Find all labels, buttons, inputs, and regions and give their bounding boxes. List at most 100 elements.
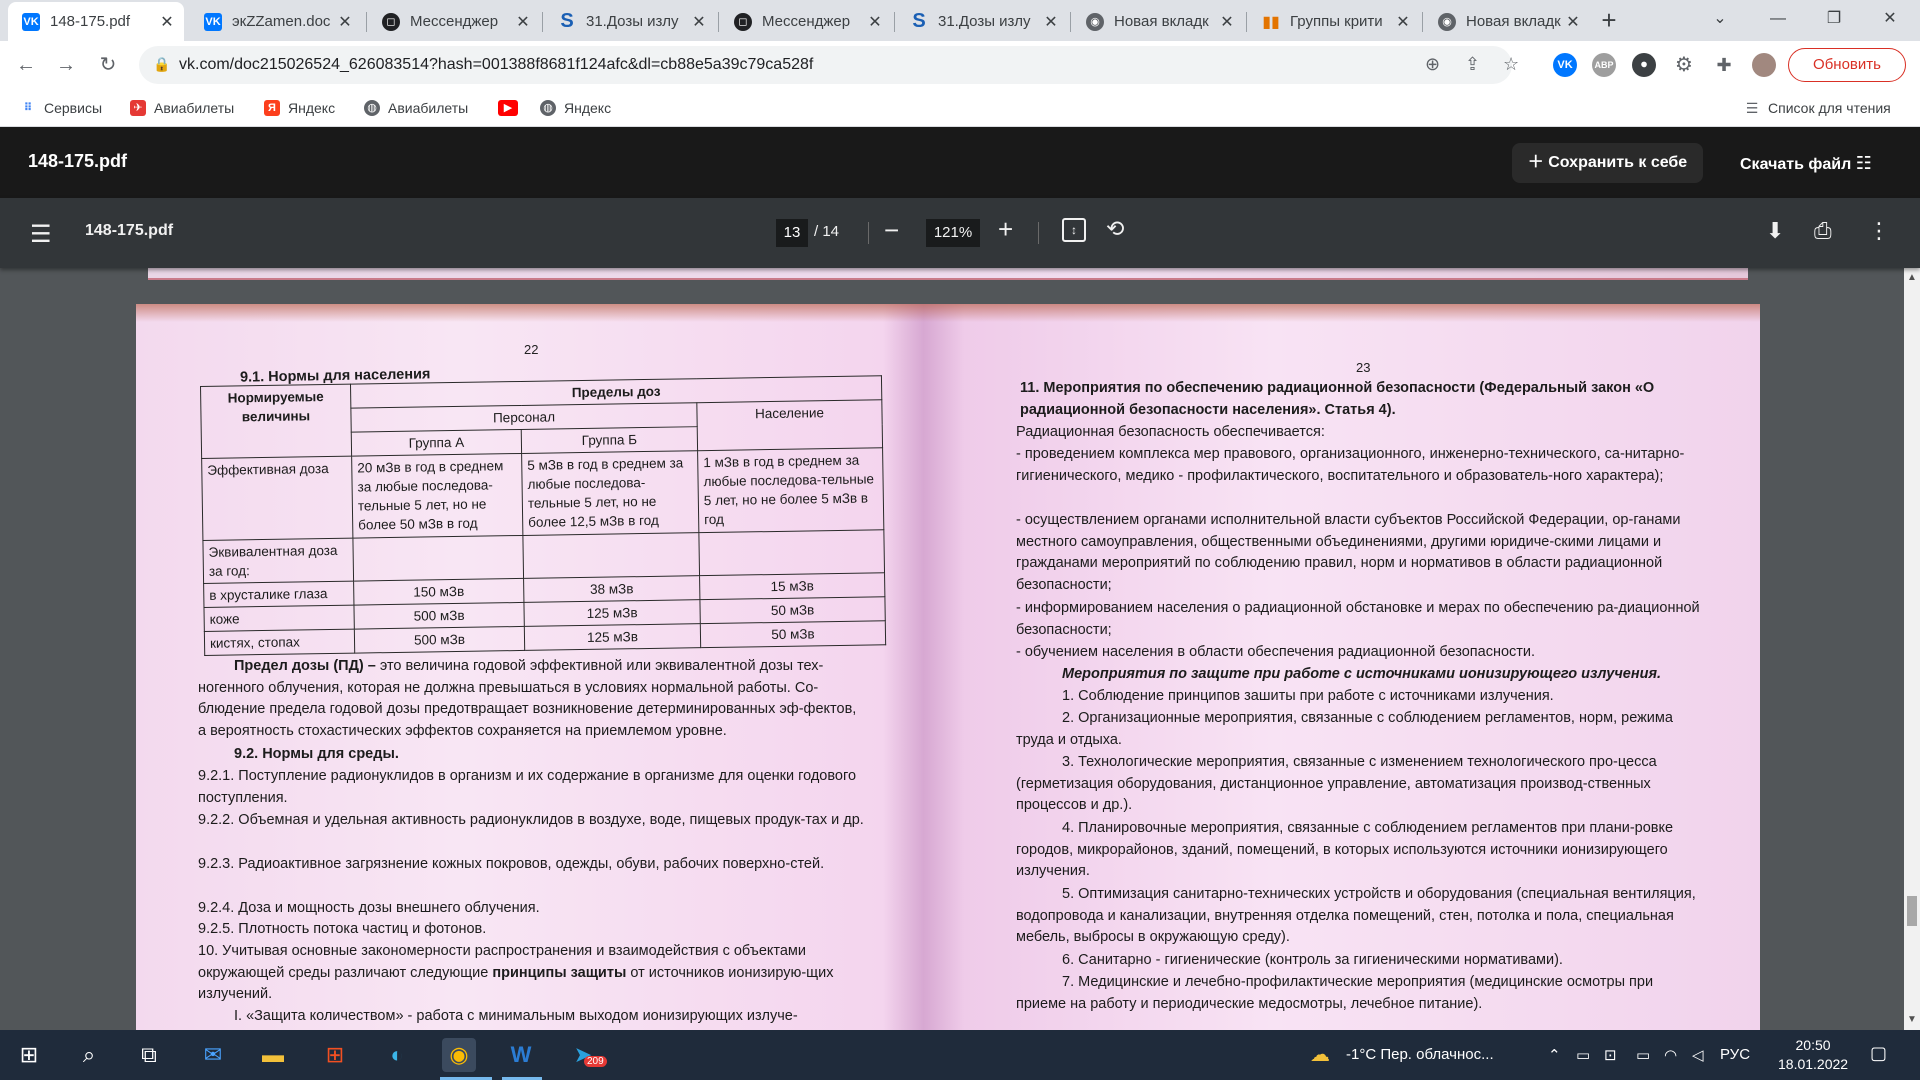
tab-0[interactable]: VK 148-175.pdf ✕ <box>8 2 184 41</box>
word-icon[interactable]: W <box>504 1038 538 1072</box>
close-icon[interactable]: ✕ <box>1394 12 1412 32</box>
list-item: - проведением комплекса мер правового, о… <box>1016 446 1685 484</box>
list-item: 7. Медицинские и лечебно-профилактически… <box>1016 974 1654 1012</box>
avatar[interactable] <box>1752 53 1776 77</box>
pdf-document-area[interactable]: 22 9.1. Нормы для населения Нормируемые … <box>0 268 1904 1030</box>
s-icon: S <box>912 10 926 32</box>
tab-7[interactable]: ▮▮ Группы крити ✕ <box>1248 2 1420 41</box>
scroll-up-arrow[interactable]: ▲ <box>1907 272 1917 283</box>
back-button[interactable]: ← <box>10 49 42 81</box>
mail-icon[interactable]: ✉ <box>196 1038 230 1072</box>
messenger-icon: ◻ <box>382 12 400 31</box>
tab-3[interactable]: S 31.Дозы излу ✕ <box>544 2 716 41</box>
reload-button[interactable]: ↻ <box>92 49 124 81</box>
volume-icon[interactable]: ◁ <box>1692 1046 1704 1064</box>
close-icon[interactable]: ✕ <box>690 12 708 32</box>
zoom-in-button[interactable]: + <box>998 214 1013 245</box>
paragraph: Радиационная безопасность обеспечивается… <box>1016 424 1325 440</box>
tab-4[interactable]: ◻ Мессенджер ✕ <box>720 2 892 41</box>
zoom-level-input[interactable]: 121% <box>926 219 980 247</box>
table-cell: 50 мЗв <box>700 620 886 648</box>
update-button[interactable]: Обновить <box>1788 48 1906 82</box>
scrollbar-thumb[interactable] <box>1907 896 1917 926</box>
tray-security-icon[interactable]: ⊡ <box>1604 1046 1617 1064</box>
print-icon[interactable]: ⎙ <box>1814 218 1832 244</box>
scroll-down-arrow[interactable]: ▼ <box>1907 1014 1917 1025</box>
url-text[interactable]: vk.com/doc215026524_626083514?hash=00138… <box>179 56 813 74</box>
page-number-input[interactable]: 13 <box>776 219 808 247</box>
wifi-icon[interactable]: ◠ <box>1664 1046 1677 1064</box>
adblock-icon[interactable]: ABP <box>1592 53 1616 77</box>
close-window-button[interactable]: ✕ <box>1862 0 1918 41</box>
pdf-title: 148-175.pdf <box>85 222 174 239</box>
edge-icon[interactable]: ◐ <box>380 1038 414 1072</box>
close-icon[interactable]: ✕ <box>866 12 884 32</box>
tray-chevron-icon[interactable]: ⌃ <box>1548 1046 1561 1064</box>
table-header-normed: Нормируемые величины <box>200 384 352 459</box>
list-item: 6. Санитарно - гигиенические (контроль з… <box>1062 952 1563 968</box>
bookmark-youtube[interactable]: ▶ <box>498 98 526 118</box>
new-tab-button[interactable]: + <box>1594 6 1624 36</box>
tab-8[interactable]: ◉ Новая вкладк ✕ <box>1424 2 1590 41</box>
zoom-icon[interactable]: ⊕ <box>1425 54 1440 75</box>
vk-extension-icon[interactable]: VK <box>1553 53 1577 77</box>
notifications-icon[interactable]: ▢ <box>1870 1043 1887 1064</box>
bookmark-yandex-2[interactable]: ◍ Яндекс <box>540 98 611 118</box>
save-to-profile-button[interactable]: ＋ Сохранить к себе <box>1512 143 1703 183</box>
tab-6[interactable]: ◉ Новая вкладк ✕ <box>1072 2 1244 41</box>
bookmark-avia-2[interactable]: ◍ Авиабилеты <box>364 98 468 118</box>
forward-button[interactable]: → <box>50 49 82 81</box>
weather-text[interactable]: -1°C Пер. облачнос... <box>1346 1046 1494 1063</box>
tab-search-icon[interactable]: ⌄ <box>1692 0 1748 41</box>
close-icon[interactable]: ✕ <box>158 12 176 32</box>
chrome-taskbar-icon[interactable]: ◉ <box>442 1038 476 1072</box>
share-icon[interactable]: ⇪ <box>1465 54 1480 75</box>
bag-icon: ✈ <box>130 100 146 116</box>
bookmark-avia-1[interactable]: ✈ Авиабилеты <box>130 98 234 118</box>
fit-page-icon[interactable]: ↕ <box>1062 218 1086 242</box>
table-cell: 20 мЗв в год в среднем за любые последов… <box>351 453 523 539</box>
list-item: 1. Соблюдение принципов зашиты при работ… <box>1062 688 1554 704</box>
download-icon[interactable]: ⬇ <box>1766 218 1784 244</box>
close-icon[interactable]: ✕ <box>1218 12 1236 32</box>
vertical-scrollbar[interactable]: ▲ ▼ <box>1904 268 1920 1030</box>
page-total: / 14 <box>814 223 840 240</box>
reading-list-icon: ☰ <box>1745 100 1759 116</box>
bookmark-yandex-1[interactable]: Я Яндекс <box>264 98 335 118</box>
language-indicator[interactable]: РУС <box>1720 1046 1750 1063</box>
windows-start-icon[interactable]: ⊞ <box>12 1038 46 1072</box>
lock-icon[interactable]: 🔒 <box>153 56 170 73</box>
reading-list[interactable]: ☰ Список для чтения <box>1744 98 1891 118</box>
puzzle-icon[interactable]: ✚ <box>1712 53 1736 77</box>
tab-1[interactable]: VK экZZamen.doc ✕ <box>190 2 362 41</box>
battery-icon[interactable]: ▭ <box>1636 1046 1650 1064</box>
tray-device-icon[interactable]: ▭ <box>1576 1046 1590 1064</box>
task-view-icon[interactable]: ⧉ <box>132 1038 166 1072</box>
download-file-button[interactable]: Скачать файл ☷ <box>1740 143 1910 183</box>
close-icon[interactable]: ✕ <box>1564 12 1582 32</box>
restore-button[interactable]: ❐ <box>1806 0 1862 41</box>
list-item: - обучением населения в области обеспече… <box>1016 644 1536 660</box>
gear-icon[interactable]: ⚙ <box>1672 53 1696 77</box>
mouse-extension-icon[interactable]: ⏺ <box>1632 53 1656 77</box>
microsoft-store-icon[interactable]: ⊞ <box>318 1038 352 1072</box>
table-cell: 125 мЗв <box>524 623 701 651</box>
search-icon[interactable]: ⌕ <box>72 1038 106 1072</box>
messenger-icon: ◻ <box>734 12 752 31</box>
close-icon[interactable]: ✕ <box>336 12 354 32</box>
tab-5[interactable]: S 31.Дозы излу ✕ <box>896 2 1068 41</box>
minimize-button[interactable]: — <box>1750 0 1806 41</box>
tab-2[interactable]: ◻ Мессенджер ✕ <box>368 2 540 41</box>
close-icon[interactable]: ✕ <box>514 12 532 32</box>
address-bar[interactable]: 🔒 vk.com/doc215026524_626083514?hash=001… <box>139 46 1519 84</box>
rotate-icon[interactable]: ⟲ <box>1106 216 1124 242</box>
file-explorer-icon[interactable]: ▬ <box>256 1038 290 1072</box>
zoom-out-button[interactable]: − <box>884 215 899 246</box>
weather-icon[interactable]: ☁ <box>1310 1042 1330 1067</box>
bookmark-star-icon[interactable]: ☆ <box>1503 54 1519 75</box>
close-icon[interactable]: ✕ <box>1042 12 1060 32</box>
clock[interactable]: 20:50 18.01.2022 <box>1778 1036 1848 1074</box>
bookmark-services[interactable]: ⠿ Сервисы <box>20 98 102 118</box>
more-options-icon[interactable]: ⋮ <box>1868 218 1890 244</box>
menu-icon[interactable]: ☰ <box>30 220 52 249</box>
